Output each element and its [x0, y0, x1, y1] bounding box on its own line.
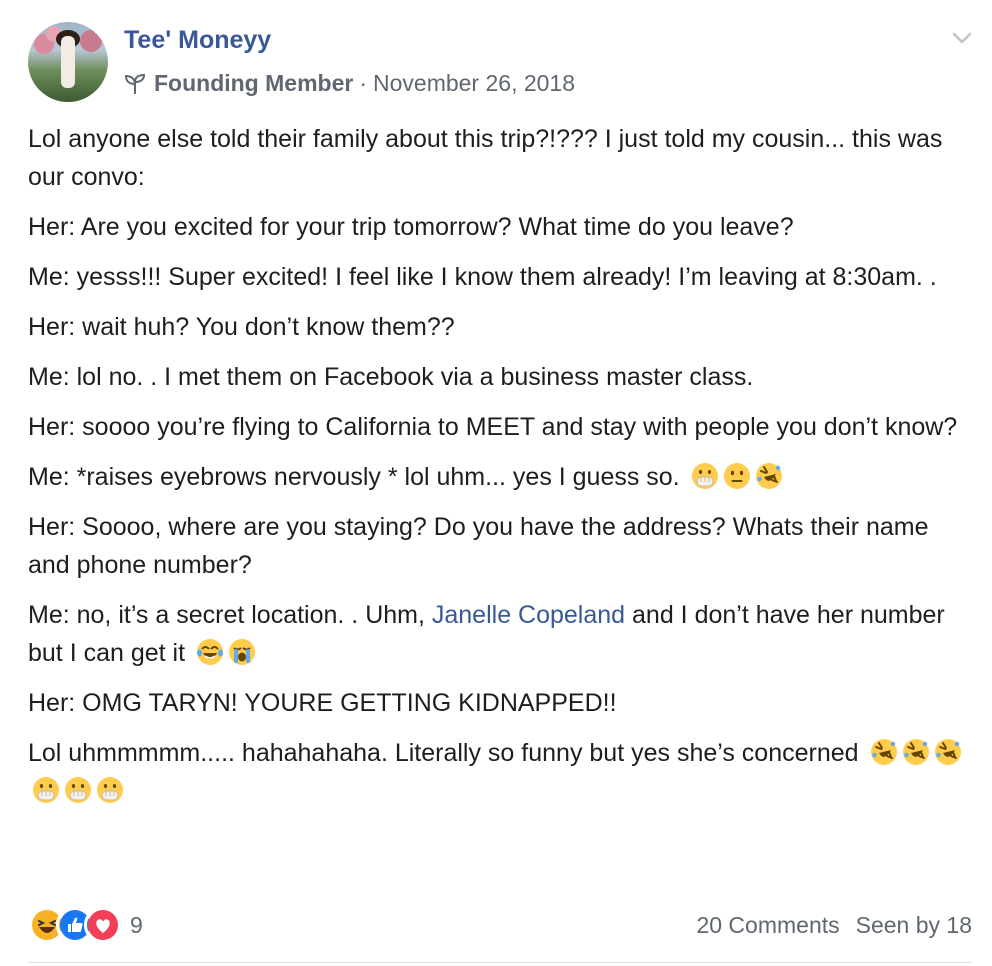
reactions-summary[interactable]: 9 — [28, 906, 143, 944]
paragraph-text: Me: no, it’s a secret location. . Uhm, — [28, 601, 432, 629]
neutral-face-emoji — [723, 462, 751, 490]
paragraph-text: Lol uhmmmmm..... hahahahaha. Literally s… — [28, 739, 859, 767]
paragraph-text: Me: *raises eyebrows nervously * lol uhm… — [28, 463, 680, 491]
tears-of-joy-emoji — [196, 638, 224, 666]
reaction-count: 9 — [130, 911, 143, 938]
sprout-icon — [124, 73, 146, 94]
rolling-laughing-emoji — [755, 462, 783, 490]
post-meta: Founding Member · November 26, 2018 — [124, 70, 575, 97]
comments-link[interactable]: 20 Comments — [696, 912, 839, 939]
hand-over-mouth-emoji — [64, 776, 92, 804]
rolling-laughing-emoji — [934, 738, 962, 766]
author-name[interactable]: Tee' Moneyy — [124, 26, 271, 55]
post-footer: 9 20 Comments Seen by 18 — [28, 900, 972, 952]
love-reaction-icon — [84, 906, 122, 944]
mention-link[interactable]: Janelle Copeland — [432, 601, 625, 629]
paragraph: Me: no, it’s a secret location. . Uhm, J… — [28, 596, 964, 672]
paragraph: Me: yesss!!! Super excited! I feel like … — [28, 263, 937, 291]
paragraph: Her: Are you excited for your trip tomor… — [28, 213, 794, 241]
paragraph: Lol anyone else told their family about … — [28, 125, 943, 191]
crying-face-emoji — [228, 638, 256, 666]
seen-by-link[interactable]: Seen by 18 — [856, 912, 972, 939]
emoji-group — [687, 463, 783, 491]
divider — [28, 962, 972, 963]
avatar[interactable] — [28, 22, 108, 102]
chevron-down-icon[interactable] — [948, 24, 976, 52]
post-stats: 20 Comments Seen by 18 — [696, 912, 972, 939]
paragraph: Her: soooo you’re flying to California t… — [28, 413, 958, 441]
paragraph: Me: lol no. . I met them on Facebook via… — [28, 363, 754, 391]
meta-separator: · — [359, 70, 367, 96]
hand-over-mouth-emoji — [96, 776, 124, 804]
rolling-laughing-emoji — [902, 738, 930, 766]
paragraph: Me: *raises eyebrows nervously * lol uhm… — [28, 458, 964, 496]
paragraph: Her: OMG TARYN! YOURE GETTING KIDNAPPED!… — [28, 689, 617, 717]
hand-over-mouth-emoji — [32, 776, 60, 804]
post-date[interactable]: November 26, 2018 — [373, 70, 575, 97]
paragraph: Lol uhmmmmm..... hahahahaha. Literally s… — [28, 734, 964, 810]
hand-over-mouth-emoji — [691, 462, 719, 490]
member-badge: Founding Member — [154, 70, 354, 96]
post-body: Lol anyone else told their family about … — [28, 120, 964, 822]
paragraph: Her: wait huh? You don’t know them?? — [28, 313, 455, 341]
rolling-laughing-emoji — [870, 738, 898, 766]
emoji-group — [192, 639, 256, 667]
paragraph: Her: Soooo, where are you staying? Do yo… — [28, 513, 929, 579]
